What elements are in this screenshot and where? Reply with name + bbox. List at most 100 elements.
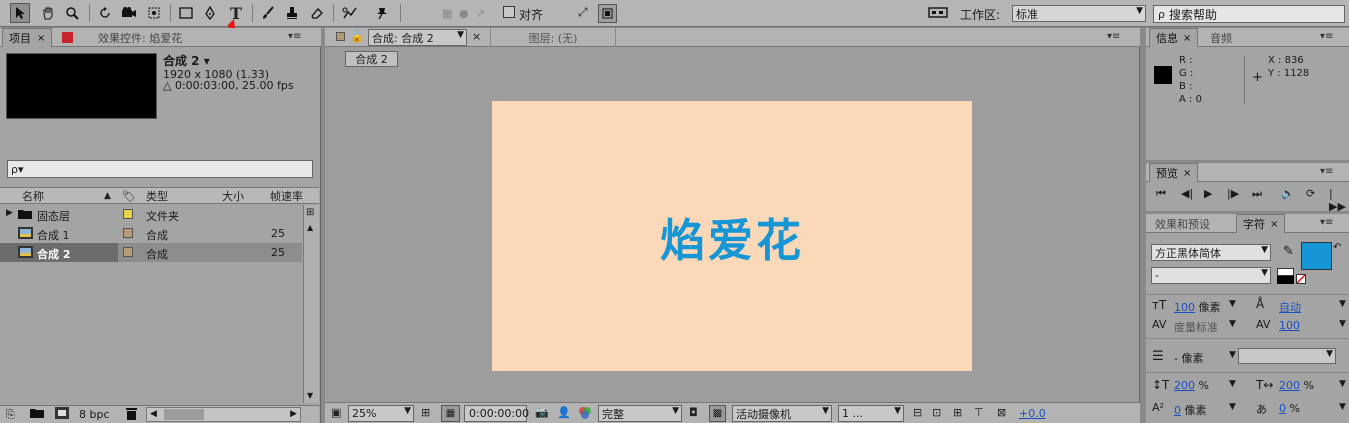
previous-frame-icon[interactable]: ◀| xyxy=(1181,187,1193,200)
tab-audio[interactable]: 音频 xyxy=(1204,28,1238,47)
tsume-field[interactable]: 0 % xyxy=(1279,402,1300,415)
align-checkbox[interactable] xyxy=(503,6,515,18)
leading-field[interactable]: 自动 xyxy=(1279,299,1301,315)
column-name[interactable]: 名称 xyxy=(22,188,44,204)
sort-ascending-icon[interactable]: ▲ xyxy=(104,188,111,204)
project-horizontal-scrollbar[interactable]: ◀ ▶ xyxy=(146,407,301,422)
font-family-select[interactable]: 方正黑体简体 ▼ xyxy=(1151,244,1271,261)
scroll-right-icon[interactable]: ▶ xyxy=(290,409,297,419)
new-folder-icon[interactable] xyxy=(30,407,44,421)
close-icon[interactable]: × xyxy=(1270,219,1278,230)
view-axis-icon[interactable]: ↗ xyxy=(476,7,485,20)
comp-canvas[interactable]: 焰爱花 xyxy=(492,101,972,371)
close-icon[interactable]: × xyxy=(472,30,481,43)
timecode-display[interactable]: 0:00:00:00 xyxy=(464,405,529,422)
fast-previews-icon[interactable]: ⊡ xyxy=(932,406,941,419)
snap-toggle-button[interactable] xyxy=(598,4,617,23)
tab-layer[interactable]: 图层: (无) xyxy=(490,28,616,47)
flowchart-icon[interactable]: ⊤ xyxy=(974,406,984,419)
list-item[interactable]: ▶ 固态层 文件夹 xyxy=(0,205,302,224)
panel-menu-icon[interactable]: ▾≡ xyxy=(1320,217,1333,228)
world-axis-icon[interactable]: ● xyxy=(459,7,469,20)
font-style-select[interactable]: - ▼ xyxy=(1151,267,1271,284)
panel-menu-icon[interactable]: ▾≡ xyxy=(1107,31,1120,42)
brush-tool-icon[interactable] xyxy=(258,3,278,23)
tab-preview[interactable]: 预览 × xyxy=(1149,163,1199,182)
trash-icon[interactable] xyxy=(126,407,137,423)
scroll-down-icon[interactable]: ▼ xyxy=(307,391,313,400)
help-search-input[interactable]: ρ 搜索帮助 xyxy=(1153,5,1345,23)
snapshot-camera-icon[interactable]: 📷 xyxy=(535,406,549,419)
puppet-pin-tool-icon[interactable] xyxy=(372,3,392,23)
column-size[interactable]: 大小 xyxy=(222,188,244,204)
view-layout-select[interactable]: 1 ... ▼ xyxy=(838,405,904,422)
comp-name[interactable]: 合成 2 ▾ xyxy=(163,52,210,69)
safe-zones-icon[interactable]: ⊞ xyxy=(421,406,430,419)
pan-behind-tool-icon[interactable] xyxy=(144,3,164,23)
label-color-swatch[interactable] xyxy=(123,228,133,238)
zoom-select[interactable]: 25% ▼ xyxy=(348,405,414,422)
label-tag-icon[interactable]: 🏷 xyxy=(122,188,136,204)
tab-effect-controls[interactable]: 效果控件: 焰爱花 xyxy=(92,28,188,47)
next-frame-icon[interactable]: |▶ xyxy=(1227,187,1239,200)
workspace-select[interactable]: 标准 ▼ xyxy=(1012,5,1146,22)
exposure-number[interactable]: +0.0 xyxy=(1019,407,1046,420)
white-swatch[interactable] xyxy=(1277,268,1294,276)
camera-select[interactable]: 活动摄像机 ▼ xyxy=(732,405,832,422)
canvas-text-layer[interactable]: 焰爱花 xyxy=(660,204,804,269)
list-item-selected[interactable]: 合成 2 合成 25 xyxy=(0,243,302,262)
chevron-down-icon[interactable]: ▼ xyxy=(1339,402,1346,412)
scroll-left-icon[interactable]: ◀ xyxy=(150,409,157,419)
roto-brush-tool-icon[interactable] xyxy=(340,3,360,23)
first-frame-icon[interactable]: ⏮ xyxy=(1156,187,1166,201)
eraser-tool-icon[interactable] xyxy=(307,3,327,23)
column-fps[interactable]: 帧速率 xyxy=(270,188,303,204)
eyedropper-icon[interactable]: ✎ xyxy=(1283,244,1294,259)
tab-info[interactable]: 信息 × xyxy=(1149,28,1199,47)
always-preview-icon[interactable]: ▣ xyxy=(331,406,341,419)
panel-menu-icon[interactable]: ▾≡ xyxy=(1320,31,1333,42)
play-icon[interactable]: ▶ xyxy=(1204,187,1212,200)
ram-preview-icon[interactable]: |▶▶ xyxy=(1329,187,1349,213)
project-vertical-scrollbar[interactable]: ⊞ ▲ ▼ xyxy=(303,205,319,403)
chevron-down-icon[interactable]: ▼ xyxy=(1229,402,1236,412)
panel-menu-icon[interactable]: ▾≡ xyxy=(288,31,301,42)
panel-menu-icon[interactable]: ▾≡ xyxy=(1320,166,1333,177)
font-size-field[interactable]: 100 像素 xyxy=(1174,299,1221,315)
rotate-tool-icon[interactable] xyxy=(95,3,115,23)
zoom-tool-icon[interactable] xyxy=(62,3,82,23)
swap-colors-icon[interactable]: ↶ xyxy=(1333,242,1341,253)
lock-icon[interactable]: 🔓 xyxy=(350,30,364,43)
stroke-width-field[interactable]: - 像素 xyxy=(1174,350,1203,366)
region-of-interest-icon[interactable]: ◘ xyxy=(689,406,698,419)
fill-color-swatch[interactable] xyxy=(1301,242,1332,270)
vertical-scale-value[interactable]: 200 xyxy=(1174,379,1195,392)
label-color-swatch[interactable] xyxy=(123,247,133,257)
chevron-down-icon[interactable]: ▼ xyxy=(1339,379,1346,389)
new-composition-icon[interactable] xyxy=(55,407,69,422)
local-axis-icon[interactable]: ▦ xyxy=(442,7,452,20)
exposure-value[interactable]: +0.0 xyxy=(1019,407,1046,420)
list-item[interactable]: 合成 1 合成 25 xyxy=(0,224,302,243)
rectangle-tool-icon[interactable] xyxy=(176,3,196,23)
timeline-icon[interactable]: ⊞ xyxy=(953,406,962,419)
interpret-footage-icon[interactable]: ⎘ xyxy=(6,408,15,422)
chevron-down-icon[interactable]: ▼ xyxy=(1229,379,1236,389)
no-color-swatch[interactable] xyxy=(1296,274,1306,284)
scroll-thumb[interactable] xyxy=(164,409,204,420)
horizontal-scale-value[interactable]: 200 xyxy=(1279,379,1300,392)
mute-audio-icon[interactable]: 🔈 xyxy=(1281,187,1295,200)
flowchart-icon[interactable]: ⊞ xyxy=(306,207,314,218)
last-frame-icon[interactable]: ⏭ xyxy=(1252,187,1262,201)
baseline-shift-value[interactable]: 0 xyxy=(1174,404,1181,417)
label-color-swatch[interactable] xyxy=(123,209,133,219)
project-search-input[interactable]: ρ▾ xyxy=(7,160,313,178)
chevron-down-icon[interactable]: ▼ xyxy=(1229,299,1236,309)
workspace-icon[interactable] xyxy=(928,6,948,19)
tab-effects-presets[interactable]: 效果和预设 xyxy=(1149,214,1216,233)
close-icon[interactable]: × xyxy=(37,33,45,44)
resolution-select[interactable]: 完整 ▼ xyxy=(598,405,682,422)
column-type[interactable]: 类型 xyxy=(146,188,168,204)
camera-tool-icon[interactable] xyxy=(119,3,139,23)
snap-icon[interactable]: ⤢ xyxy=(578,5,588,20)
